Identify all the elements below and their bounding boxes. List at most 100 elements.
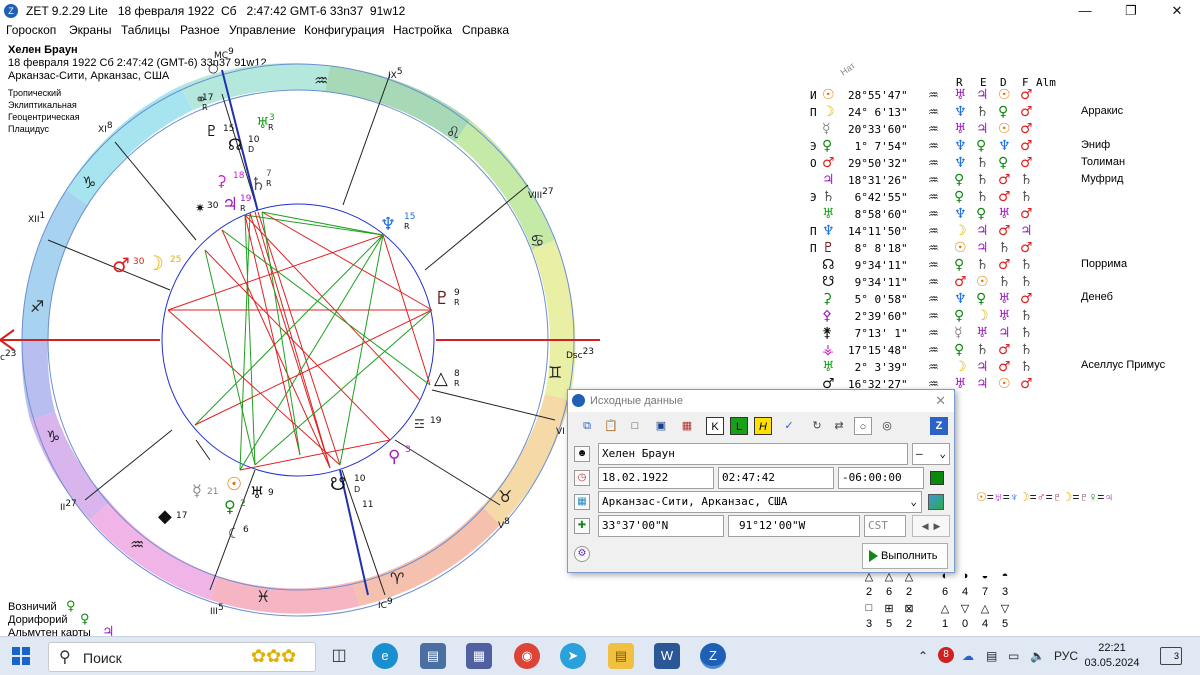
radio-option-icon[interactable]: ○: [854, 417, 872, 435]
map-icon[interactable]: ▦: [574, 494, 590, 510]
table-row[interactable]: П ☽ 24° 6'13" ♒ ♆ ♄ ♀ ♂: [810, 104, 1090, 122]
table-row[interactable]: ⚶ 17°15'48" ♒ ♀ ♄ ♂ ♄: [810, 342, 1090, 360]
ruler-glyph-icon: ♄: [1020, 257, 1033, 273]
table-row[interactable]: ♃ 18°31'26" ♒ ♀ ♄ ♂ ♄: [810, 172, 1090, 190]
menu-screens[interactable]: Экраны: [69, 23, 111, 37]
maximize-button[interactable]: ❐: [1108, 0, 1154, 22]
volume-icon[interactable]: 🔈: [1030, 649, 1045, 663]
taskbar-search-box[interactable]: ⚲ Поиск ✿✿✿: [48, 642, 316, 672]
natal-chart-wheel[interactable]: ♒ ♌ ♋ ♊ ♉ ♈ ♓ ♒ ♑ ♐ ♑ ⚭ ♇ ☊ ♅ ⚳ ♄ ✷ ♃ ♆ …: [0, 40, 600, 636]
onedrive-icon[interactable]: ☁: [962, 649, 974, 663]
telegram-icon[interactable]: ➤: [560, 643, 586, 669]
degree-label: 10: [248, 135, 260, 145]
planet-glyph-icon: ⚴: [822, 308, 833, 324]
app-logo-icon: [572, 394, 585, 407]
minimize-button[interactable]: —: [1062, 0, 1108, 22]
edge-icon[interactable]: e: [372, 643, 398, 669]
menu-configuration[interactable]: Конфигурация: [304, 23, 385, 37]
save-icon[interactable]: ▣: [652, 417, 670, 435]
network-app-icon[interactable]: ▤: [420, 643, 446, 669]
switch-icon[interactable]: ⇄: [830, 417, 848, 435]
table-row[interactable]: П ♆ 14°11'50" ♒ ☽ ♃ ♂ ♃: [810, 223, 1090, 241]
dialog-close-button[interactable]: ✕: [935, 393, 946, 409]
table-row[interactable]: П ♇ 8° 8'18" ♒ ☉ ♃ ♄ ♂: [810, 240, 1090, 258]
menu-tables[interactable]: Таблицы: [121, 23, 170, 37]
chrome-icon[interactable]: ◉: [514, 643, 540, 669]
degree-label: 15: [223, 124, 234, 134]
planet-position: 18°31'26": [848, 174, 908, 187]
table-row[interactable]: ♅ 8°58'60" ♒ ♆ ♀ ♅ ♂: [810, 206, 1090, 224]
menu-horoscope[interactable]: Гороскоп: [6, 23, 56, 37]
timezone-offset-field[interactable]: -06:00:00: [838, 467, 924, 489]
sign-select-value: –: [916, 447, 923, 460]
person-icon[interactable]: ☻: [574, 446, 590, 462]
table-row[interactable]: ☊ 9°34'11" ♒ ♀ ♄ ♂ ♄: [810, 257, 1090, 275]
media-app-icon[interactable]: ▦: [466, 643, 492, 669]
table-row[interactable]: ⚴ 2°39'60" ♒ ♀ ☽ ♅ ♄: [810, 308, 1090, 326]
zet-taskbar-icon[interactable]: Z: [700, 643, 726, 669]
tz-abbrev-field[interactable]: CST: [864, 515, 906, 537]
globe-icon[interactable]: [928, 494, 944, 510]
ruler-glyph-icon: ♃: [976, 223, 989, 239]
name-field[interactable]: Хелен Браун: [598, 443, 908, 465]
table-row[interactable]: ☿ 20°33'60" ♒ ♅ ♃ ☉ ♂: [810, 121, 1090, 139]
table-row[interactable]: Э ♀ 1° 7'54" ♒ ♆ ♀ ♆ ♂: [810, 138, 1090, 156]
table-row[interactable]: Э ♄ 6°42'55" ♒ ♀ ♄ ♂ ♄: [810, 189, 1090, 207]
menu-settings[interactable]: Настройка: [393, 23, 452, 37]
k-button[interactable]: K: [706, 417, 724, 435]
paste-icon[interactable]: 📋: [602, 417, 620, 435]
check-icon[interactable]: ✓: [780, 417, 798, 435]
coordinates-icon[interactable]: ✚: [574, 518, 590, 534]
longitude-field[interactable]: 91°12'00"W: [728, 515, 860, 537]
new-icon[interactable]: □: [626, 417, 644, 435]
planet-glyph-icon: ☽: [822, 104, 835, 120]
latitude-field[interactable]: 33°37'00"N: [598, 515, 724, 537]
table-row[interactable]: ⚳ 5° 0'58" ♒ ♆ ♀ ♅ ♂: [810, 291, 1090, 309]
l-button[interactable]: L: [730, 417, 748, 435]
network-icon[interactable]: ▤: [986, 649, 997, 663]
sign-select[interactable]: – ⌄: [912, 443, 950, 465]
time-field[interactable]: 02:47:42: [718, 467, 834, 489]
menu-help[interactable]: Справка: [462, 23, 509, 37]
rotate-icon[interactable]: ↻: [808, 417, 826, 435]
calendar-icon[interactable]: ▦: [678, 417, 696, 435]
z-button[interactable]: Z: [930, 417, 948, 435]
taskbar-clock[interactable]: 22:21 03.05.2024: [1082, 641, 1142, 671]
h-button[interactable]: H: [754, 417, 772, 435]
run-button[interactable]: Выполнить: [862, 543, 948, 569]
task-view-icon[interactable]: ◫: [326, 643, 352, 669]
chevron-up-icon[interactable]: ⌃: [918, 649, 928, 663]
ruler-glyph-icon: ♅: [998, 291, 1011, 307]
clock-time: 22:21: [1098, 642, 1126, 654]
table-row[interactable]: ♅ 2° 3'39" ♒ ☽ ♃ ♂ ♄: [810, 359, 1090, 377]
antivirus-icon[interactable]: 8: [938, 647, 954, 663]
radio-option-alt-icon[interactable]: ◎: [878, 417, 896, 435]
copy-icon[interactable]: ⧉: [578, 417, 596, 435]
house-viii-label: VIII27: [528, 187, 554, 201]
settings-icon[interactable]: ⚙: [574, 546, 590, 562]
status-green-indicator[interactable]: [930, 471, 944, 485]
date-field[interactable]: 18.02.1922: [598, 467, 714, 489]
table-row[interactable]: ☋ 9°34'11" ♒ ♂ ☉ ♄ ♄: [810, 274, 1090, 292]
folder-icon[interactable]: ▤: [608, 643, 634, 669]
planet-position: 28°55'47": [848, 89, 908, 102]
mode-count: 1: [941, 618, 949, 630]
menu-misc[interactable]: Разное: [180, 23, 220, 37]
mode-count: 6: [885, 586, 893, 598]
planet-glyph-icon: ♇: [822, 240, 835, 256]
notification-icon[interactable]: 3: [1160, 647, 1182, 665]
language-indicator[interactable]: РУС: [1054, 649, 1078, 663]
table-row[interactable]: И ☉ 28°55'47" ♒ ♅ ♃ ☉ ♂: [810, 87, 1090, 105]
display-icon[interactable]: ▭: [1008, 649, 1019, 663]
place-select[interactable]: Арканзас-Сити, Арканзас, США ⌄: [598, 491, 922, 513]
mode-count: 2: [865, 586, 873, 598]
menu-control[interactable]: Управление: [229, 23, 296, 37]
table-row[interactable]: ⚵ 7°13' 1" ♒ ☿ ♅ ♃ ♄: [810, 325, 1090, 343]
ruler-glyph-icon: ♅: [954, 87, 967, 103]
close-button[interactable]: ✕: [1154, 0, 1200, 22]
start-button[interactable]: [12, 647, 30, 665]
word-icon[interactable]: W: [654, 643, 680, 669]
clock-icon[interactable]: ◷: [574, 470, 590, 486]
table-row[interactable]: О ♂ 29°50'32" ♒ ♆ ♄ ♀ ♂: [810, 155, 1090, 173]
tz-stepper[interactable]: ◀ ▶: [912, 515, 950, 537]
